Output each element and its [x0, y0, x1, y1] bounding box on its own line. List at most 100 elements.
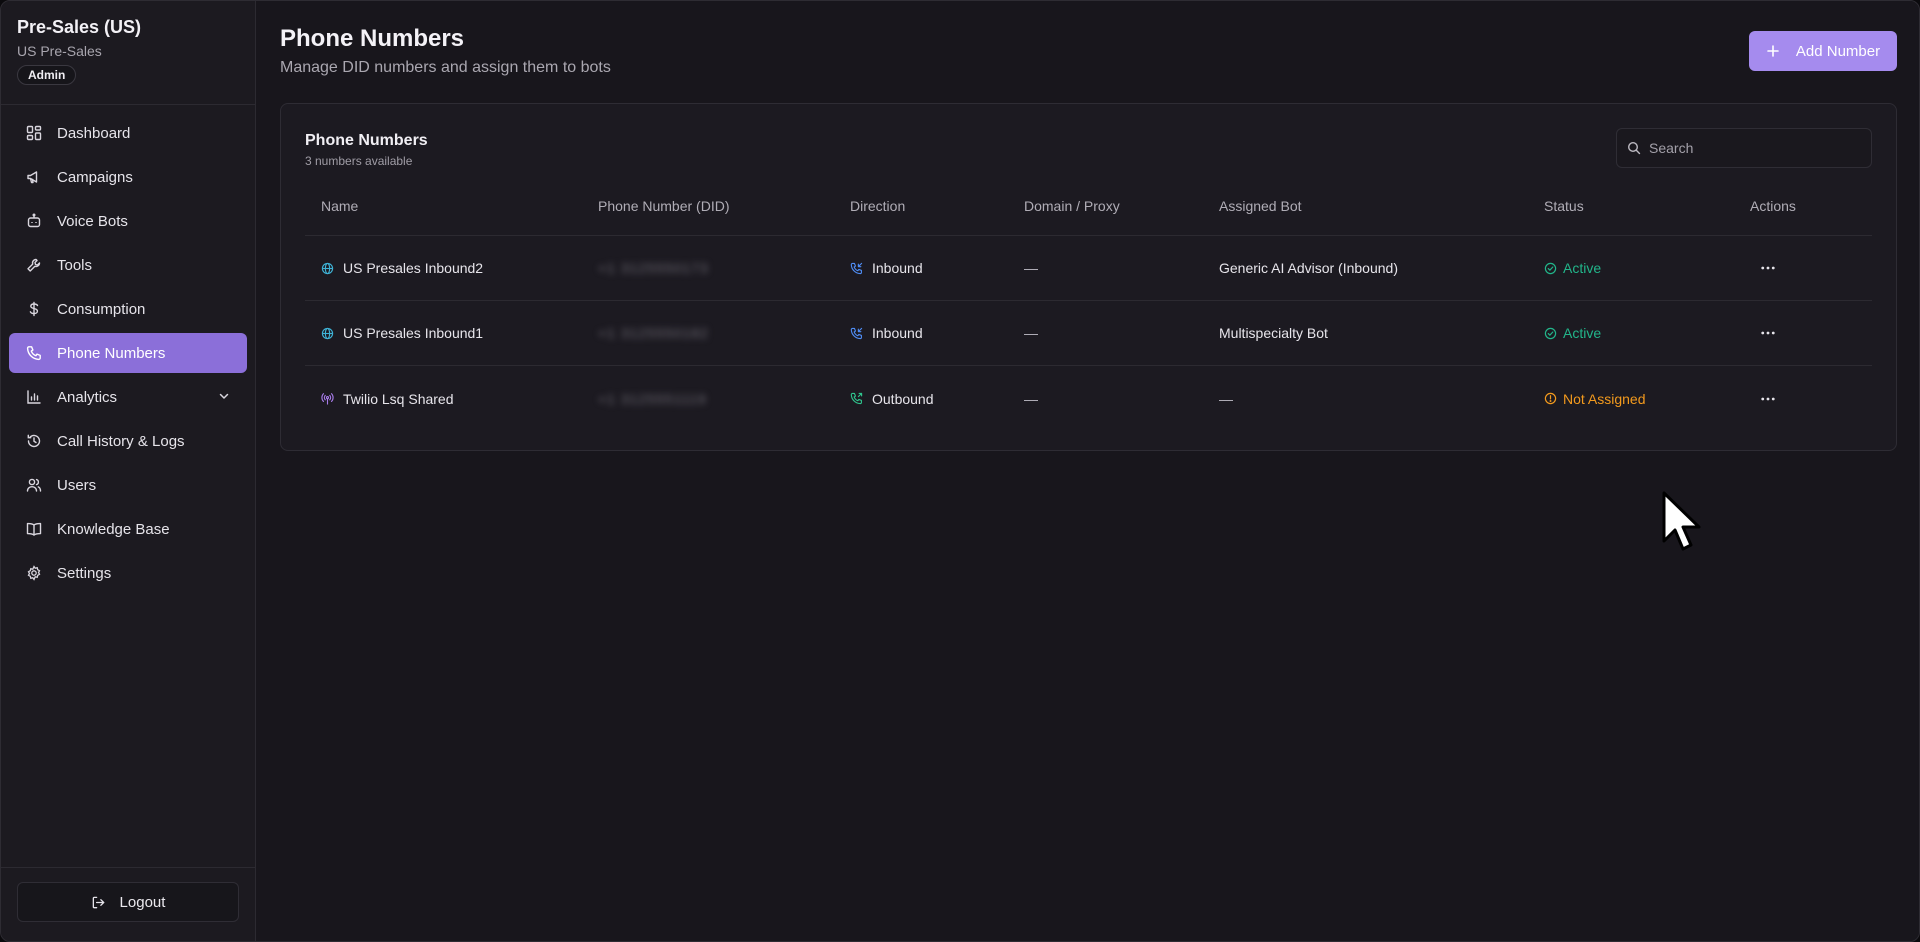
role-badge: Admin — [17, 65, 77, 85]
column-header-name: Name — [321, 197, 359, 214]
row-phone-text: +1 3125550173 — [598, 260, 709, 276]
chevron-down-icon[interactable] — [217, 389, 231, 403]
sidebar-item-knowledge-base[interactable]: Knowledge Base — [9, 509, 247, 549]
sidebar-item-dashboard[interactable]: Dashboard — [9, 113, 247, 153]
row-phone: +1 3125551119 — [598, 391, 850, 407]
row-actions — [1750, 387, 1872, 411]
logout-label: Logout — [119, 893, 166, 911]
row-actions — [1750, 256, 1872, 280]
row-name-text: US Presales Inbound2 — [343, 260, 484, 276]
sidebar-item-label: Users — [57, 476, 97, 494]
card-title: Phone Numbers — [305, 132, 428, 149]
card-subtitle: 3 numbers available — [305, 154, 413, 168]
row-name: US Presales Inbound2 — [305, 260, 598, 276]
row-direction-text: Outbound — [872, 390, 934, 407]
status-badge: Active — [1544, 260, 1601, 276]
row-direction: Outbound — [850, 391, 1024, 407]
sidebar-item-label: Voice Bots — [57, 212, 128, 230]
more-actions-button[interactable] — [1756, 256, 1780, 280]
antenna-icon — [321, 393, 334, 405]
globe-icon — [321, 262, 334, 274]
sidebar-footer: Logout — [1, 867, 255, 941]
row-status: Not Assigned — [1544, 391, 1750, 407]
more-horizontal-icon — [1761, 397, 1775, 400]
more-actions-button[interactable] — [1756, 387, 1780, 411]
status-text: Active — [1563, 260, 1602, 276]
logout-icon — [92, 896, 104, 908]
page-subtitle: Manage DID numbers and assign them to bo… — [280, 59, 611, 76]
plus-icon — [1767, 45, 1779, 57]
sidebar-item-settings[interactable]: Settings — [9, 553, 247, 593]
check-circle-icon — [1544, 262, 1557, 274]
table-row[interactable]: US Presales Inbound1 +1 3125550182 Inbou… — [305, 301, 1872, 366]
status-badge: Not Assigned — [1544, 391, 1646, 407]
mouse-cursor-icon — [1662, 491, 1701, 551]
sidebar-item-campaigns[interactable]: Campaigns — [9, 157, 247, 197]
users-icon — [26, 477, 42, 493]
add-number-button[interactable]: Add Number — [1749, 31, 1897, 71]
row-domain: — — [1024, 390, 1038, 407]
column-header-domain: Domain / Proxy — [1024, 197, 1120, 214]
globe-icon — [321, 327, 334, 339]
status-text: Not Assigned — [1563, 390, 1646, 407]
page-header: Phone Numbers Manage DID numbers and ass… — [280, 25, 611, 77]
row-name-text: US Presales Inbound1 — [343, 325, 484, 341]
sidebar-item-consumption[interactable]: Consumption — [9, 289, 247, 329]
more-horizontal-icon — [1761, 331, 1775, 335]
main-content: Phone Numbers Manage DID numbers and ass… — [256, 1, 1919, 941]
add-number-label: Add Number — [1795, 42, 1881, 60]
row-assigned-bot: — — [1219, 390, 1233, 407]
sidebar-item-label: Phone Numbers — [57, 344, 166, 362]
sidebar: Pre-Sales (US) US Pre-Sales Admin Dashbo… — [1, 1, 256, 941]
row-name: Twilio Lsq Shared — [305, 391, 598, 407]
sidebar-item-users[interactable]: Users — [9, 465, 247, 505]
alert-circle-icon — [1544, 392, 1557, 405]
row-phone-text: +1 3125551119 — [598, 390, 707, 407]
row-status: Active — [1544, 325, 1750, 341]
row-name-text: Twilio Lsq Shared — [343, 390, 454, 407]
sidebar-item-label: Consumption — [57, 300, 146, 318]
sidebar-item-label: Tools — [57, 256, 93, 274]
row-actions — [1750, 321, 1872, 345]
row-name: US Presales Inbound1 — [305, 325, 598, 341]
status-text: Active — [1563, 325, 1602, 341]
phone-incoming-icon — [850, 327, 863, 339]
sidebar-item-label: Analytics — [57, 388, 118, 406]
row-domain: — — [1024, 260, 1038, 276]
search-box — [1616, 128, 1872, 168]
row-direction-text: Inbound — [872, 260, 923, 276]
sidebar-item-call-history[interactable]: Call History & Logs — [9, 421, 247, 461]
row-direction-text: Inbound — [872, 325, 923, 341]
logout-button[interactable]: Logout — [17, 882, 239, 922]
column-header-phone: Phone Number (DID) — [598, 197, 730, 214]
gear-icon — [26, 565, 42, 581]
row-status: Active — [1544, 260, 1750, 276]
search-input[interactable] — [1649, 140, 1849, 156]
table-header: Name Phone Number (DID) Direction Domain… — [305, 176, 1872, 236]
phone-numbers-table: Name Phone Number (DID) Direction Domain… — [305, 176, 1872, 431]
sidebar-item-analytics[interactable]: Analytics — [9, 377, 247, 417]
org-subtitle: US Pre-Sales — [17, 43, 102, 59]
table-row[interactable]: Twilio Lsq Shared +1 3125551119 Outbound… — [305, 366, 1872, 431]
sidebar-item-voice-bots[interactable]: Voice Bots — [9, 201, 247, 241]
row-direction: Inbound — [850, 260, 1024, 276]
check-circle-icon — [1544, 327, 1557, 339]
row-assigned-bot: Generic AI Advisor (Inbound) — [1219, 260, 1398, 276]
org-header: Pre-Sales (US) US Pre-Sales Admin — [1, 1, 255, 105]
bot-icon — [26, 213, 42, 229]
megaphone-icon — [26, 169, 42, 185]
sidebar-item-tools[interactable]: Tools — [9, 245, 247, 285]
more-actions-button[interactable] — [1756, 321, 1780, 345]
dashboard-icon — [26, 125, 42, 141]
sidebar-item-label: Knowledge Base — [57, 520, 170, 538]
column-header-status: Status — [1544, 197, 1584, 214]
row-phone: +1 3125550173 — [598, 260, 850, 276]
sidebar-item-phone-numbers[interactable]: Phone Numbers — [9, 333, 247, 373]
row-direction: Inbound — [850, 325, 1024, 341]
row-phone: +1 3125550182 — [598, 325, 850, 341]
more-horizontal-icon — [1761, 266, 1775, 270]
app-window: Pre-Sales (US) US Pre-Sales Admin Dashbo… — [0, 0, 1920, 942]
sidebar-item-label: Settings — [57, 564, 112, 582]
table-row[interactable]: US Presales Inbound2 +1 3125550173 Inbou… — [305, 236, 1872, 301]
row-domain: — — [1024, 325, 1038, 341]
